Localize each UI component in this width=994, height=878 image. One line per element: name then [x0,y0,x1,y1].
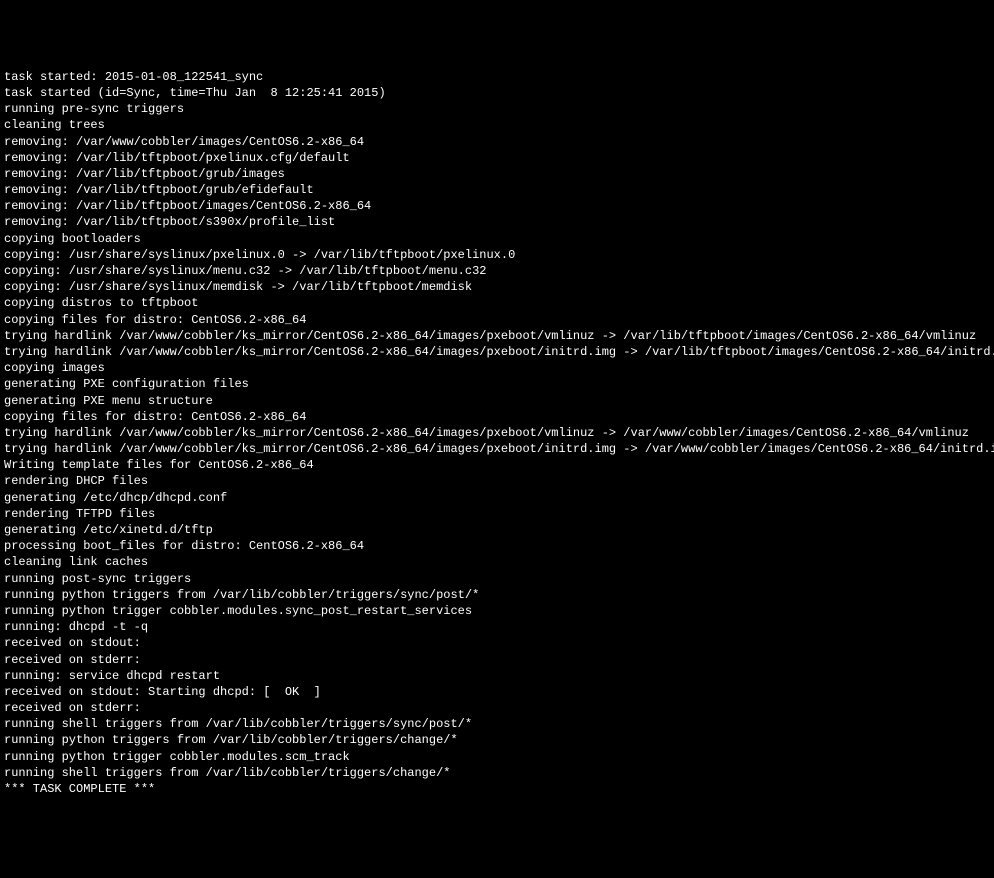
terminal-line: trying hardlink /var/www/cobbler/ks_mirr… [4,425,990,441]
terminal-line: received on stderr: [4,652,990,668]
terminal-line: trying hardlink /var/www/cobbler/ks_mirr… [4,441,990,457]
terminal-line: copying files for distro: CentOS6.2-x86_… [4,409,990,425]
terminal-line: running shell triggers from /var/lib/cob… [4,765,990,781]
terminal-line: running post-sync triggers [4,571,990,587]
terminal-line: copying distros to tftpboot [4,295,990,311]
terminal-line: copying images [4,360,990,376]
terminal-line: running python triggers from /var/lib/co… [4,587,990,603]
terminal-line: running python trigger cobbler.modules.s… [4,603,990,619]
terminal-line: copying: /usr/share/syslinux/menu.c32 ->… [4,263,990,279]
terminal-line: task started: 2015-01-08_122541_sync [4,69,990,85]
terminal-line: generating PXE menu structure [4,393,990,409]
terminal-line: running shell triggers from /var/lib/cob… [4,716,990,732]
terminal-line: generating PXE configuration files [4,376,990,392]
terminal-line: cleaning link caches [4,554,990,570]
terminal-line: running: service dhcpd restart [4,668,990,684]
terminal-output: task started: 2015-01-08_122541_synctask… [4,69,990,797]
terminal-line: running python trigger cobbler.modules.s… [4,749,990,765]
terminal-line: generating /etc/dhcp/dhcpd.conf [4,490,990,506]
terminal-line: Writing template files for CentOS6.2-x86… [4,457,990,473]
terminal-line: *** TASK COMPLETE *** [4,781,990,797]
terminal-line: generating /etc/xinetd.d/tftp [4,522,990,538]
terminal-line: removing: /var/lib/tftpboot/s390x/profil… [4,214,990,230]
terminal-line: processing boot_files for distro: CentOS… [4,538,990,554]
terminal-line: running: dhcpd -t -q [4,619,990,635]
terminal-line: removing: /var/lib/tftpboot/pxelinux.cfg… [4,150,990,166]
terminal-line: copying files for distro: CentOS6.2-x86_… [4,312,990,328]
terminal-line: removing: /var/lib/tftpboot/images/CentO… [4,198,990,214]
terminal-line: trying hardlink /var/www/cobbler/ks_mirr… [4,328,990,344]
terminal-line: received on stdout: [4,635,990,651]
terminal-line: trying hardlink /var/www/cobbler/ks_mirr… [4,344,990,360]
terminal-line: removing: /var/lib/tftpboot/grub/efidefa… [4,182,990,198]
terminal-line: received on stdout: Starting dhcpd: [ OK… [4,684,990,700]
terminal-line: removing: /var/www/cobbler/images/CentOS… [4,134,990,150]
terminal-line: running pre-sync triggers [4,101,990,117]
terminal-line: received on stderr: [4,700,990,716]
terminal-line: rendering DHCP files [4,473,990,489]
terminal-line: removing: /var/lib/tftpboot/grub/images [4,166,990,182]
terminal-line: rendering TFTPD files [4,506,990,522]
terminal-line: copying: /usr/share/syslinux/pxelinux.0 … [4,247,990,263]
terminal-line: task started (id=Sync, time=Thu Jan 8 12… [4,85,990,101]
terminal-line: cleaning trees [4,117,990,133]
terminal-line: copying: /usr/share/syslinux/memdisk -> … [4,279,990,295]
terminal-line: copying bootloaders [4,231,990,247]
